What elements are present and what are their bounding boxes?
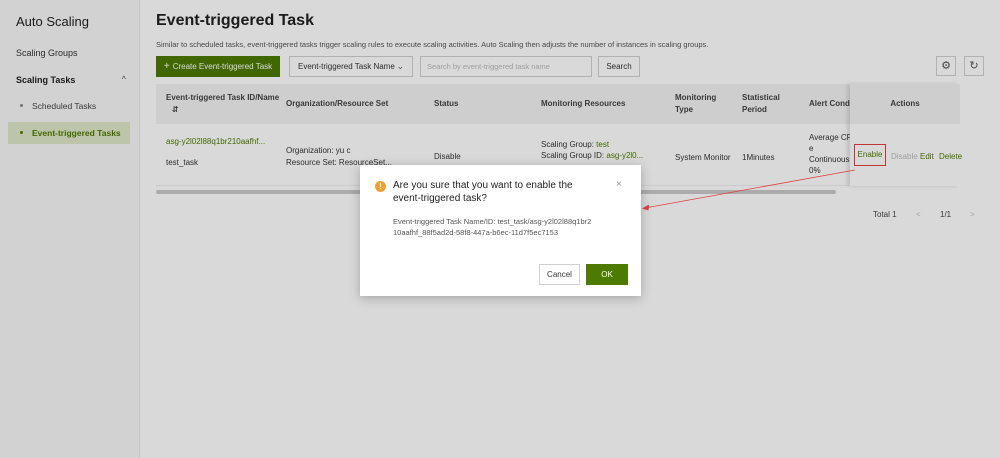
dialog-title: Are you sure that you want to enable the… xyxy=(393,180,573,204)
warning-icon: ! xyxy=(375,181,386,192)
confirm-dialog: ! Are you sure that you want to enable t… xyxy=(360,165,641,296)
close-icon[interactable]: × xyxy=(616,179,622,190)
ok-button[interactable]: OK xyxy=(586,264,628,285)
cancel-button[interactable]: Cancel xyxy=(539,264,580,285)
dialog-body: Event-triggered Task Name/ID: test_task/… xyxy=(393,217,592,237)
